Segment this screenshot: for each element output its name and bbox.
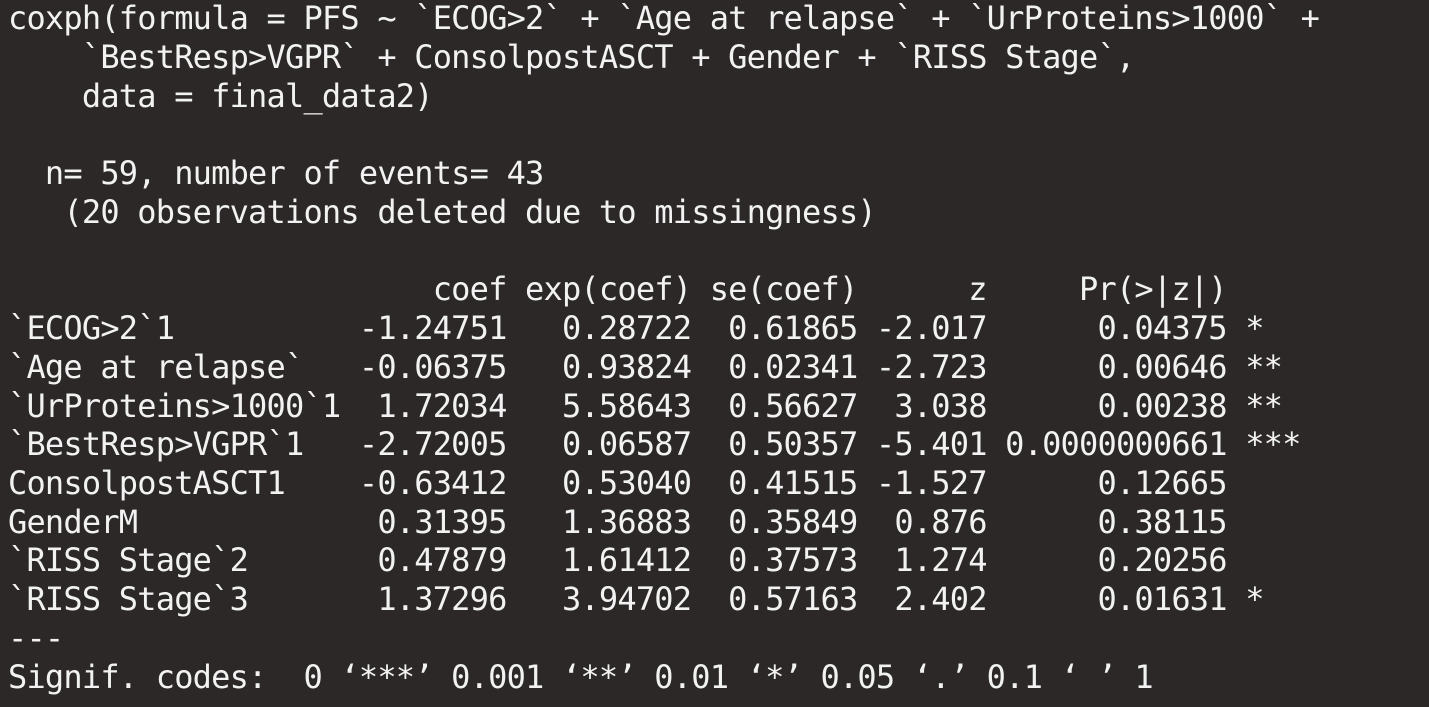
events-summary: n= 59, number of events= 43	[8, 154, 544, 192]
table-row: `Age at relapse` -0.06375 0.93824 0.0234…	[8, 348, 1283, 386]
coxph-call-line-3: data = final_data2)	[8, 77, 434, 115]
table-row: `RISS Stage`3 1.37296 3.94702 0.57163 2.…	[8, 580, 1264, 618]
coefficient-table-header: coef exp(coef) se(coef) z Pr(>|z|)	[8, 270, 1228, 308]
table-row: `BestResp>VGPR`1 -2.72005 0.06587 0.5035…	[8, 425, 1301, 463]
signif-codes-legend: Signif. codes: 0 ‘***’ 0.001 ‘**’ 0.01 ‘…	[8, 658, 1154, 696]
table-row: `ECOG>2`1 -1.24751 0.28722 0.61865 -2.01…	[8, 309, 1264, 347]
table-row: GenderM 0.31395 1.36883 0.35849 0.876 0.…	[8, 503, 1228, 541]
coxph-call-line-1: coxph(formula = PFS ~ `ECOG>2` + `Age at…	[8, 0, 1320, 37]
separator-line: ---	[8, 619, 64, 657]
coxph-call-line-2: `BestResp>VGPR` + ConsolpostASCT + Gende…	[8, 38, 1135, 76]
table-row: `RISS Stage`2 0.47879 1.61412 0.37573 1.…	[8, 541, 1228, 579]
missingness-note: (20 observations deleted due to missingn…	[8, 193, 876, 231]
r-console-output[interactable]: coxph(formula = PFS ~ `ECOG>2` + `Age at…	[0, 0, 1429, 707]
table-row: `UrProteins>1000`1 1.72034 5.58643 0.566…	[8, 387, 1283, 425]
table-row: ConsolpostASCT1 -0.63412 0.53040 0.41515…	[8, 464, 1228, 502]
